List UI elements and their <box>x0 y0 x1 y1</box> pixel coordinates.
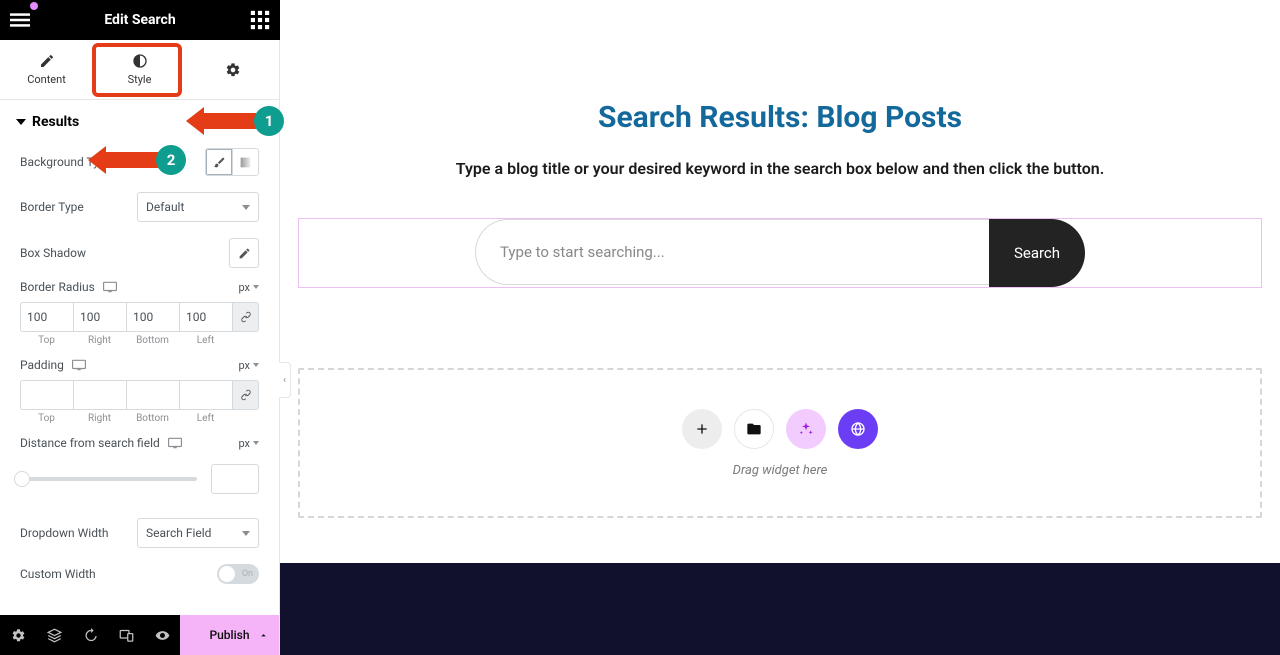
padding-right[interactable] <box>73 380 126 410</box>
widget-dropzone[interactable]: Drag widget here <box>298 368 1262 518</box>
control-distance: Distance from search field px <box>0 432 279 450</box>
caret-down-icon <box>16 119 26 125</box>
padding-top[interactable] <box>20 380 73 410</box>
control-border-radius: Border Radius px Top Right <box>0 276 279 354</box>
tab-content[interactable]: Content <box>0 40 93 99</box>
section-results[interactable]: Results <box>0 100 279 140</box>
padding-left[interactable] <box>179 380 232 410</box>
unsaved-indicator <box>30 2 38 10</box>
control-dropdown-width: Dropdown Width Search Field <box>0 510 279 556</box>
distance-slider[interactable] <box>20 477 197 481</box>
search-button[interactable]: Search <box>989 219 1085 287</box>
control-background-type: Background Type <box>0 140 279 184</box>
page-heading: Search Results: Blog Posts <box>310 100 1250 135</box>
responsive-icon[interactable] <box>72 359 86 371</box>
publish-button[interactable]: Publish <box>180 615 279 655</box>
radius-right[interactable] <box>73 302 126 332</box>
control-padding: Padding px Top Right <box>0 354 279 432</box>
link-values-button[interactable] <box>232 380 259 410</box>
tab-style[interactable]: Style <box>93 40 186 99</box>
page-footer-section <box>280 563 1280 655</box>
padding-bottom[interactable] <box>126 380 179 410</box>
footer-navigator[interactable] <box>36 615 72 655</box>
footer-preview[interactable] <box>144 615 180 655</box>
search-input[interactable] <box>475 219 989 285</box>
panel-topbar: Edit Search <box>0 0 280 40</box>
tab-style-label: Style <box>128 73 152 86</box>
panel-title: Edit Search <box>30 12 250 28</box>
bg-type-gradient[interactable] <box>232 149 258 175</box>
control-border-type: Border Type Default <box>0 184 279 230</box>
radius-top[interactable] <box>20 302 73 332</box>
bg-type-classic[interactable] <box>206 149 232 175</box>
control-custom-width: Custom Width On <box>0 556 279 592</box>
unit-px[interactable]: px <box>238 281 259 294</box>
footer-history[interactable] <box>72 615 108 655</box>
page-sub: Type a blog title or your desired keywor… <box>310 159 1250 178</box>
tab-advanced[interactable] <box>186 40 279 99</box>
responsive-icon[interactable] <box>103 281 117 293</box>
search-widget[interactable]: Search <box>298 218 1262 288</box>
responsive-icon[interactable] <box>168 437 182 449</box>
section-results-label: Results <box>32 114 79 130</box>
select-dropdown-width[interactable]: Search Field <box>137 518 259 548</box>
collapse-panel[interactable]: ‹ <box>279 362 291 398</box>
panel-tabs: Content Style <box>0 40 279 100</box>
radius-bottom[interactable] <box>126 302 179 332</box>
drag-hint: Drag widget here <box>733 463 828 478</box>
ai-button[interactable] <box>786 409 826 449</box>
unit-px[interactable]: px <box>238 359 259 372</box>
add-widget-button[interactable] <box>682 409 722 449</box>
link-values-button[interactable] <box>232 302 259 332</box>
radius-left[interactable] <box>179 302 232 332</box>
editor-canvas: Search Results: Blog Posts Type a blog t… <box>280 40 1280 655</box>
apps-button[interactable] <box>250 10 270 30</box>
unit-px[interactable]: px <box>238 437 259 450</box>
panel-footer: Publish <box>0 615 279 655</box>
editor-panel: Content Style 1 2 Results B <box>0 40 280 655</box>
box-shadow-button[interactable] <box>229 238 259 268</box>
folder-button[interactable] <box>734 409 774 449</box>
footer-settings[interactable] <box>0 615 36 655</box>
select-border-type[interactable]: Default <box>137 192 259 222</box>
control-box-shadow: Box Shadow <box>0 230 279 276</box>
tab-content-label: Content <box>27 73 66 86</box>
distance-input[interactable] <box>211 464 259 494</box>
menu-button[interactable] <box>10 10 30 30</box>
globe-button[interactable] <box>838 409 878 449</box>
custom-width-toggle[interactable]: On <box>217 564 259 584</box>
footer-responsive[interactable] <box>108 615 144 655</box>
